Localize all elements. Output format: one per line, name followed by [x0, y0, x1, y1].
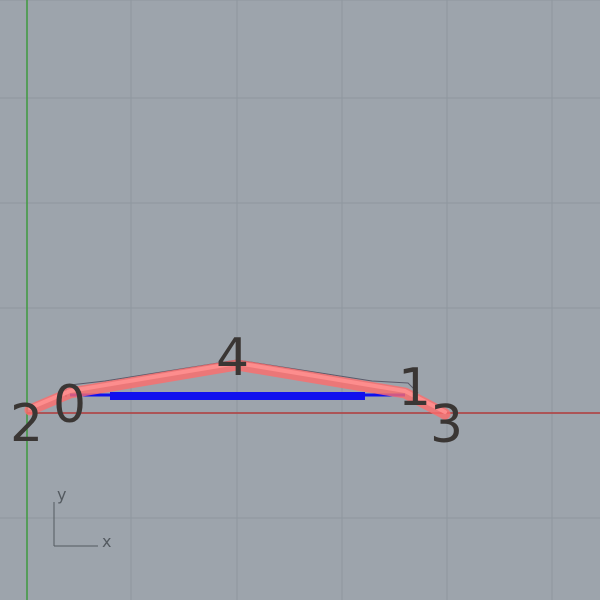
axis-widget-y-label: y: [57, 485, 66, 504]
node-label-1: 1: [398, 358, 431, 418]
node-label-0: 0: [53, 375, 86, 435]
node-label-2: 2: [10, 394, 43, 454]
node-label-3: 3: [430, 395, 463, 455]
bottom-chord[interactable]: [70, 392, 405, 400]
viewport-canvas[interactable]: 2 0 4 1 3 x y: [0, 0, 600, 600]
axis-widget-x-label: x: [102, 532, 111, 551]
grid: [0, 0, 600, 600]
modeling-viewport[interactable]: 2 0 4 1 3 x y: [0, 0, 600, 600]
node-label-4: 4: [216, 328, 249, 388]
